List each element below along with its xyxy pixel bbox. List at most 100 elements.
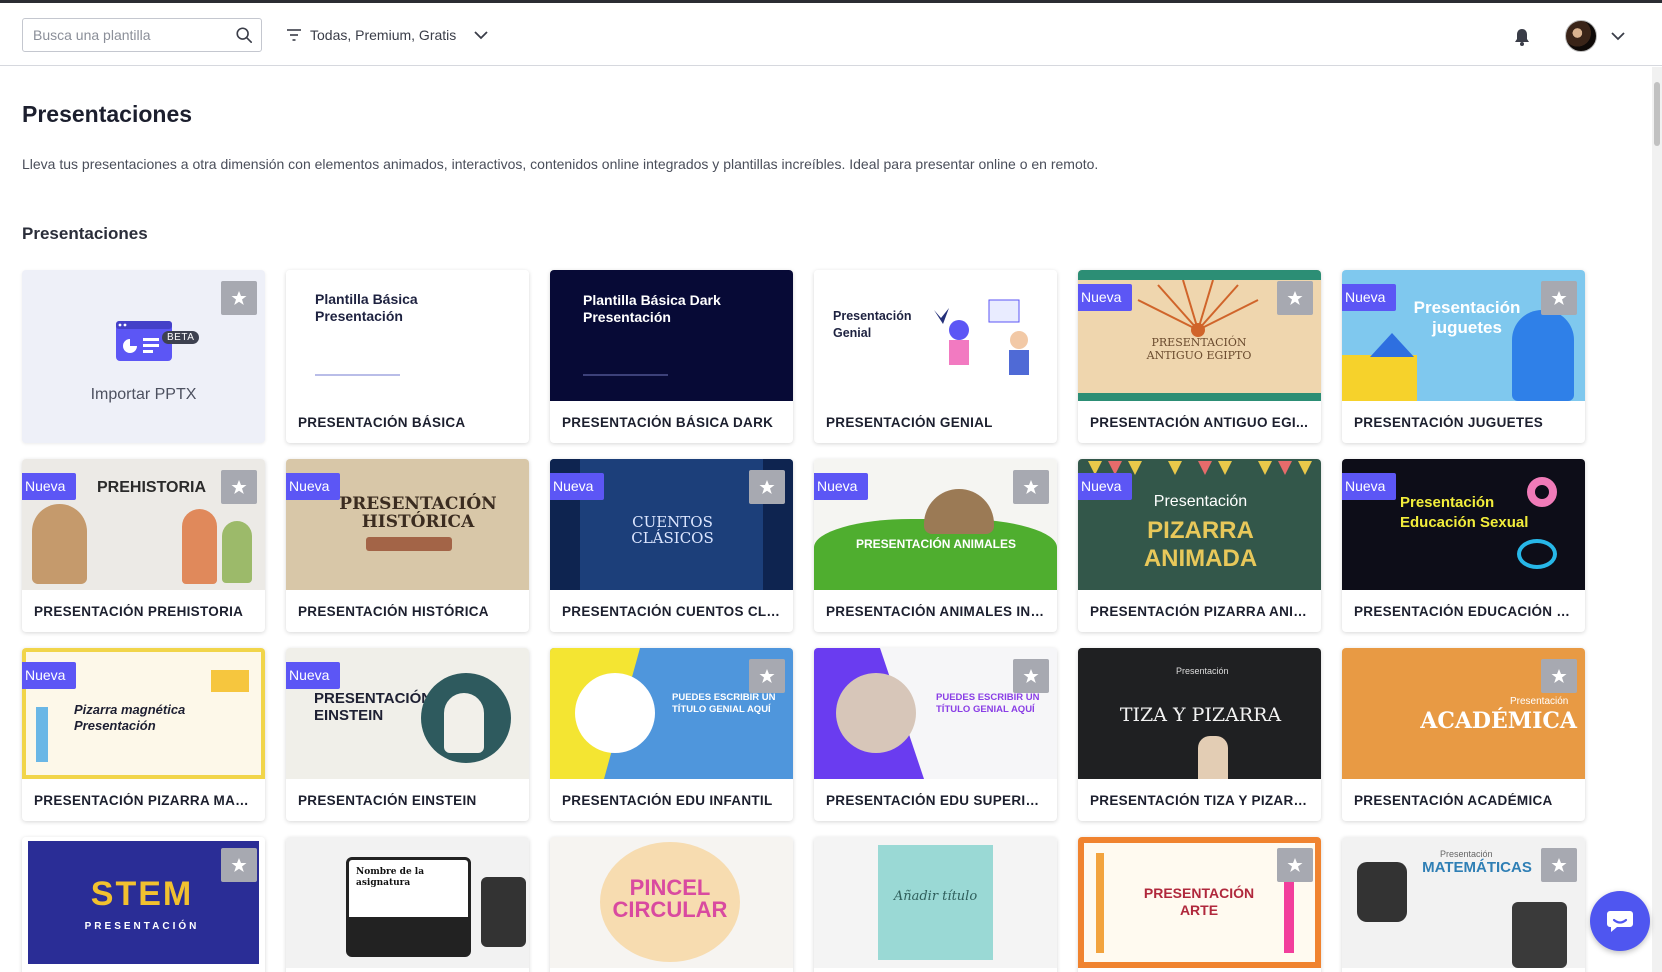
star-icon: [759, 669, 775, 683]
template-thumbnail: Plantilla Básica Presentación: [286, 270, 529, 401]
thumbnail-title: MATEMÁTICAS: [1422, 859, 1532, 876]
template-card[interactable]: Presentación ACADÉMICA PRESENTACIÓN ACAD…: [1342, 648, 1585, 821]
new-badge: Nueva: [550, 473, 605, 505]
star-icon: [1287, 858, 1303, 872]
template-label: PRESENTACIÓN PIZARRA ANIM...: [1090, 604, 1310, 619]
star-icon: [1551, 858, 1567, 872]
chevron-down-icon: [474, 31, 488, 40]
template-card[interactable]: PREHISTORIA Nueva PRESENTACIÓN PREHISTOR…: [22, 459, 265, 632]
template-thumbnail: Presentación TIZA Y PIZARRA: [1078, 648, 1321, 779]
new-badge: Nueva: [1078, 473, 1133, 505]
template-card[interactable]: PRESENTACIÓN HISTÓRICA Nueva PRESENTACIÓ…: [286, 459, 529, 632]
template-label: PRESENTACIÓN TIZA Y PIZARRA: [1090, 793, 1310, 808]
sun-rays-decoration: [1137, 280, 1259, 337]
star-icon: [231, 480, 247, 494]
template-card[interactable]: PINCEL CIRCULAR: [550, 837, 793, 972]
section-title: Presentaciones: [22, 224, 148, 243]
thumbnail-title: Nombre de la asignatura: [356, 867, 425, 888]
template-label: PRESENTACIÓN CUENTOS CLÁ...: [562, 604, 782, 619]
import-label: Importar PPTX: [90, 386, 197, 403]
scrollbar[interactable]: [1652, 67, 1662, 972]
template-thumbnail: Añadir título: [814, 837, 1057, 968]
scrollbar-thumb[interactable]: [1654, 82, 1660, 146]
chat-icon: [1607, 911, 1633, 932]
user-avatar[interactable]: [1565, 20, 1597, 52]
page-description: Lleva tus presentaciones a otra dimensió…: [22, 156, 1099, 172]
favorite-button[interactable]: [1013, 470, 1049, 504]
template-card[interactable]: Plantilla Básica Dark Presentación PRESE…: [550, 270, 793, 443]
template-thumbnail: Plantilla Básica Dark Presentación: [550, 270, 793, 401]
thumbnail-title: PREHISTORIA: [97, 479, 207, 496]
template-card[interactable]: STEM PRESENTACIÓN: [22, 837, 265, 972]
star-icon: [1023, 669, 1039, 683]
template-thumbnail: PINCEL CIRCULAR: [550, 837, 793, 968]
template-card[interactable]: Presentación MATEMÁTICAS: [1342, 837, 1585, 972]
template-label: PRESENTACIÓN ACADÉMICA: [1354, 793, 1553, 808]
favorite-button[interactable]: [1541, 281, 1577, 315]
template-label: PRESENTACIÓN GENIAL: [826, 415, 993, 430]
thumbnail-title: Plantilla Básica Dark Presentación: [583, 292, 721, 325]
favorite-button[interactable]: [1277, 848, 1313, 882]
thumbnail-title: Presentación Educación Sexual: [1400, 494, 1529, 531]
template-card[interactable]: Presentación juguetes Nueva PRESENTACIÓN…: [1342, 270, 1585, 443]
type-filter-dropdown[interactable]: Todas, Premium, Gratis: [286, 23, 492, 47]
favorite-button[interactable]: [749, 659, 785, 693]
favorite-button[interactable]: [221, 281, 257, 315]
chat-support-button[interactable]: [1590, 891, 1650, 951]
favorite-button[interactable]: [1013, 659, 1049, 693]
thumbnail-title: PUEDES ESCRIBIR UN TÍTULO GENIAL AQUÍ: [936, 692, 1040, 715]
chevron-down-icon[interactable]: [1610, 29, 1626, 43]
star-icon: [231, 858, 247, 872]
template-card[interactable]: PUEDES ESCRIBIR UN TÍTULO GENIAL AQUÍ PR…: [550, 648, 793, 821]
bell-icon[interactable]: [1512, 27, 1532, 47]
star-icon: [1551, 291, 1567, 305]
new-badge: Nueva: [22, 473, 77, 505]
template-card[interactable]: PRESENTACIÓN EINSTEIN Nueva PRESENTACIÓN…: [286, 648, 529, 821]
thumbnail-title: PRESENTACIÓN ANTIGUO EGIPTO: [1146, 336, 1252, 362]
new-badge: Nueva: [286, 473, 341, 505]
template-card[interactable]: CUENTOS CLÁSICOS Nueva PRESENTACIÓN CUEN…: [550, 459, 793, 632]
template-card[interactable]: PRESENTACIÓN ARTE: [1078, 837, 1321, 972]
thumbnail-title: Presentación Genial: [833, 309, 912, 340]
template-card[interactable]: PRESENTACIÓN ANIMALES Nueva PRESENTACIÓN…: [814, 459, 1057, 632]
template-card[interactable]: Presentación Genial PRESENTACIÓN GENIAL: [814, 270, 1057, 443]
template-card[interactable]: PUEDES ESCRIBIR UN TÍTULO GENIAL AQUÍ PR…: [814, 648, 1057, 821]
template-card[interactable]: Presentación Educación Sexual Nueva PRES…: [1342, 459, 1585, 632]
template-card[interactable]: Nombre de la asignatura: [286, 837, 529, 972]
new-badge: Nueva: [1342, 473, 1397, 505]
thumbnail-title: PIZARRA ANIMADA: [1143, 517, 1258, 572]
template-label: PRESENTACIÓN EINSTEIN: [298, 793, 477, 808]
template-card[interactable]: Presentación PIZARRA ANIMADA Nueva PRESE…: [1078, 459, 1321, 632]
favorite-button[interactable]: [749, 470, 785, 504]
thumbnail-title: PINCEL CIRCULAR: [612, 875, 728, 922]
favorite-button[interactable]: [221, 470, 257, 504]
template-card[interactable]: PRESENTACIÓN ANTIGUO EGIPTO Nueva PRESEN…: [1078, 270, 1321, 443]
thumbnail-title: ACADÉMICA: [1420, 708, 1577, 734]
template-card[interactable]: Pizarra magnética Presentación Nueva PRE…: [22, 648, 265, 821]
template-label: PRESENTACIÓN ANTIGUO EGI...: [1090, 415, 1309, 430]
search-input[interactable]: [23, 19, 229, 51]
template-card[interactable]: Plantilla Básica Presentación PRESENTACI…: [286, 270, 529, 443]
template-label: PRESENTACIÓN EDU INFANTIL: [562, 793, 773, 808]
template-card[interactable]: Presentación TIZA Y PIZARRA PRESENTACIÓN…: [1078, 648, 1321, 821]
template-label: PRESENTACIÓN ANIMALES INF...: [826, 604, 1046, 619]
template-label: PRESENTACIÓN BÁSICA DARK: [562, 415, 774, 430]
template-card[interactable]: Añadir título: [814, 837, 1057, 972]
favorite-button[interactable]: [1277, 281, 1313, 315]
favorite-button[interactable]: [221, 848, 257, 882]
template-label: PRESENTACIÓN PREHISTORIA: [34, 604, 244, 619]
star-icon: [1287, 291, 1303, 305]
search-icon[interactable]: [235, 26, 253, 44]
thumbnail-title: PUEDES ESCRIBIR UN TÍTULO GENIAL AQUÍ: [672, 692, 776, 715]
new-badge: Nueva: [286, 662, 341, 694]
template-thumbnail: Nombre de la asignatura: [286, 837, 529, 968]
new-badge: Nueva: [814, 473, 869, 505]
thumbnail-title: PRESENTACIÓN ARTE: [1143, 885, 1255, 918]
new-badge: Nueva: [22, 662, 77, 694]
favorite-button[interactable]: [1541, 848, 1577, 882]
new-badge: Nueva: [1078, 284, 1133, 316]
favorite-button[interactable]: [1541, 659, 1577, 693]
template-label: PRESENTACIÓN BÁSICA: [298, 415, 466, 430]
thumbnail-title: STEM: [90, 875, 194, 913]
import-pptx-card[interactable]: BETA Importar PPTX: [22, 270, 265, 443]
